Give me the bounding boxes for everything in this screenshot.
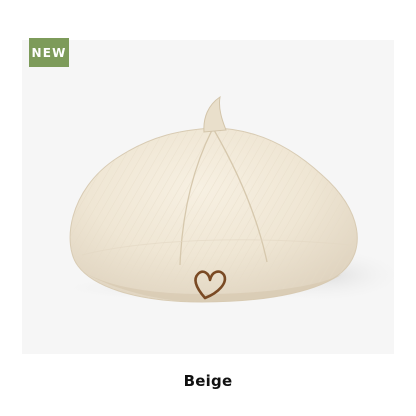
product-color-card: NEW Beige — [0, 0, 416, 416]
beret-hat-image — [52, 95, 394, 303]
new-badge: NEW — [29, 38, 69, 67]
hat-weave-texture — [70, 128, 358, 302]
product-photo — [22, 40, 394, 354]
hat-stem — [203, 95, 227, 133]
color-name-label: Beige — [183, 372, 233, 390]
